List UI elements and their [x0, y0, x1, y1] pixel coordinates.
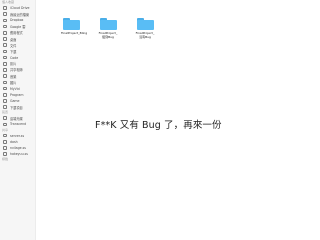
network-icon	[3, 146, 7, 150]
sidebar-item-label: hakeyuu.ss	[10, 152, 28, 157]
sidebar-item-label: 共享相簿	[10, 68, 23, 73]
sidebar-item-label: Program	[10, 92, 24, 97]
sidebar-item-label: Transcend	[10, 122, 27, 127]
sidebar-item-label: server.ss	[10, 133, 25, 138]
folder-label: FinalProject_復刻Bug	[98, 31, 118, 39]
folder-item[interactable]: FinalProject_復刻Bug	[98, 18, 118, 39]
sidebar-section-shared: 共享 server.ss dash nvilage.ss hakeyuu.ss	[0, 128, 35, 158]
folder-label: FinalProject_沒有Bug	[135, 31, 155, 39]
folder-icon	[3, 86, 7, 91]
headline-caption: F**K 又有 Bug 了，再來一份	[95, 120, 222, 131]
document-icon	[3, 43, 7, 48]
drive-icon	[3, 24, 7, 29]
sidebar-item-label: 圖片	[10, 80, 17, 85]
cloud-icon	[3, 6, 7, 10]
sidebar-item-label: 下載	[10, 49, 17, 54]
folder-icon	[3, 55, 7, 60]
sidebar-item-label: 文件	[10, 43, 17, 48]
drive-icon	[3, 122, 7, 127]
desktop-icon	[3, 37, 7, 41]
disc-icon	[3, 116, 7, 121]
photos-icon	[3, 68, 7, 72]
sidebar-item-label: Game	[10, 98, 20, 103]
network-icon	[3, 152, 7, 157]
folder-label: FinalProject_Bling	[61, 31, 88, 35]
folder-item[interactable]: FinalProject_沒有Bug	[135, 18, 155, 39]
sidebar-section-favorites: 個人收藏 iCloud Drive 我最近的檔案 Dropbox Google …	[0, 0, 35, 110]
sidebar-item-label: Google 雲	[10, 25, 26, 30]
sidebar-item-label: 下載項目	[10, 105, 23, 110]
sidebar-item-label: dash	[10, 139, 18, 144]
sidebar-item-label: 遠端光碟	[10, 116, 23, 121]
apps-icon	[3, 31, 7, 35]
folder-icon	[62, 18, 80, 30]
download-icon	[3, 105, 7, 109]
sidebar-item-label: 音樂	[10, 74, 17, 79]
download-icon	[3, 49, 7, 54]
sidebar-item-label: Code	[10, 55, 19, 60]
clock-icon	[3, 12, 7, 17]
finder-sidebar: 個人收藏 iCloud Drive 我最近的檔案 Dropbox Google …	[0, 0, 36, 240]
sidebar-item-label: 影片	[10, 62, 17, 67]
movie-icon	[3, 61, 7, 66]
sidebar-section-devices: 裝置 遠端光碟 Transcend	[0, 110, 35, 127]
sidebar-item-label: 桌面	[10, 37, 17, 42]
folder-icon	[99, 18, 117, 30]
network-icon	[3, 133, 7, 138]
network-icon	[3, 140, 7, 144]
folder-icon	[3, 99, 7, 103]
sidebar-item-label: iCloud Drive	[10, 6, 30, 11]
folder-icon	[3, 92, 7, 97]
folder-icon	[136, 18, 154, 30]
music-icon	[3, 74, 7, 78]
sidebar-section-tags: 標籤	[0, 157, 35, 162]
sidebar-item-label: nvilage.ss	[10, 146, 26, 151]
file-area: FinalProject_Bling FinalProject_復刻Bug Fi…	[36, 0, 320, 70]
sidebar-item-label: Dropbox	[10, 18, 24, 23]
dropbox-icon	[3, 18, 7, 23]
sidebar-item-label: 我最近的檔案	[10, 12, 30, 17]
sidebar-item-label: MyVid	[10, 86, 20, 91]
sidebar-section-heading: 標籤	[2, 157, 9, 162]
folder-item[interactable]: FinalProject_Bling	[61, 18, 88, 36]
picture-icon	[3, 80, 7, 85]
sidebar-item-label: 應用程式	[10, 31, 23, 36]
